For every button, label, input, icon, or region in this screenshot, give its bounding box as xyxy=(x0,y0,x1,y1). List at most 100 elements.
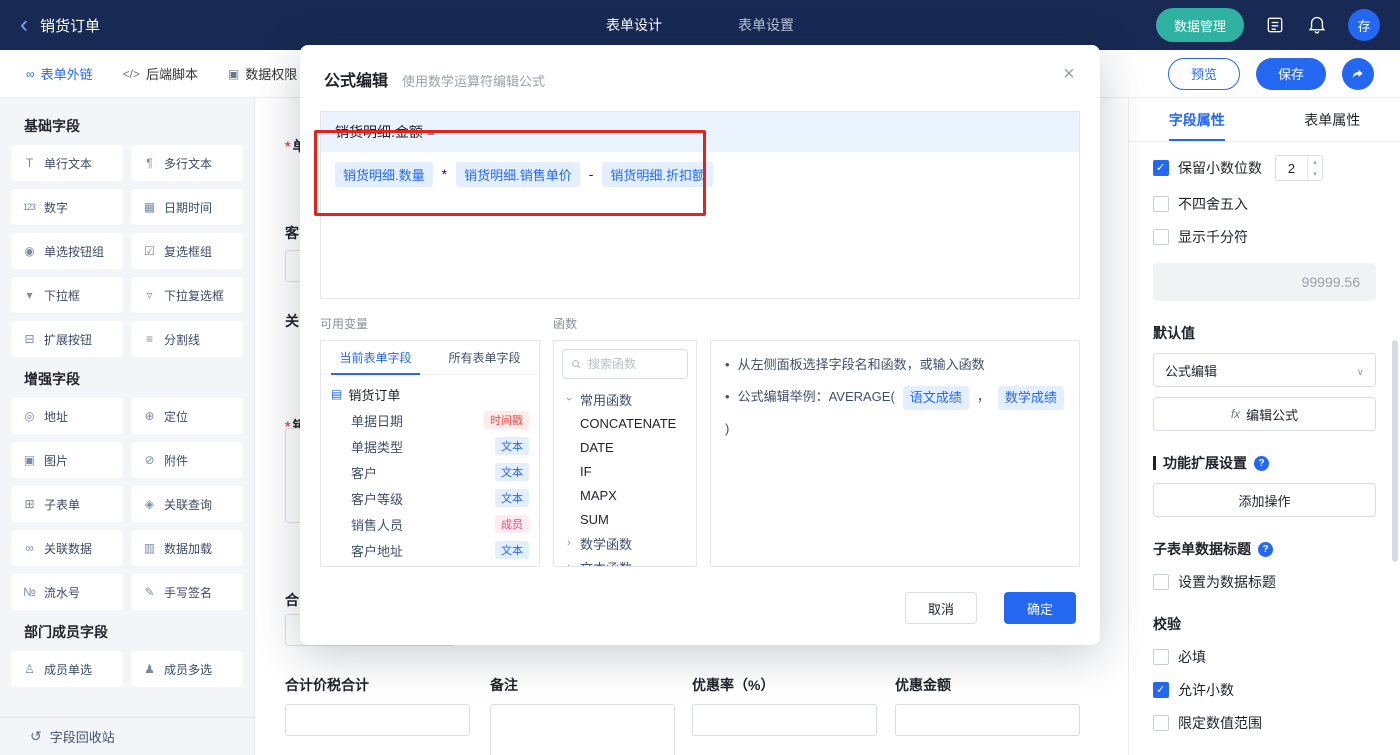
function-group-math[interactable]: 数学函数 xyxy=(564,531,686,555)
field-item-image[interactable]: ▣ 图片 xyxy=(11,442,123,478)
variable-field-row[interactable]: 客户地址 文本 xyxy=(331,537,529,563)
field-item-dropdown[interactable]: ▾ 下拉框 xyxy=(11,277,123,313)
field-type-tag: 成员 xyxy=(495,515,529,533)
form-external-link-item[interactable]: ∞ 表单外链 xyxy=(26,64,93,83)
dropdown-icon: ▾ xyxy=(26,288,32,302)
variables-tree-root[interactable]: ▤ 销货订单 xyxy=(331,381,529,407)
field-item-checkbox-group[interactable]: ☑ 复选框组 xyxy=(131,233,243,269)
field-item-datetime[interactable]: ▦ 日期时间 xyxy=(131,189,243,225)
allow-decimals-label: 允许小数 xyxy=(1178,682,1234,698)
function-item[interactable]: CONCATENATE xyxy=(564,411,686,435)
multi-line-text-icon: ¶ xyxy=(146,156,152,170)
function-group-label: 数学函数 xyxy=(580,536,633,552)
confirm-button[interactable]: 确定 xyxy=(1004,592,1076,624)
image-icon: ▣ xyxy=(23,453,35,467)
function-group-label: 文本函数 xyxy=(580,558,632,567)
help-icon[interactable]: ? xyxy=(1254,455,1269,471)
field-item-lookup-query[interactable]: ◈ 关联查询 xyxy=(131,486,243,522)
add-action-button[interactable]: 添加操作 xyxy=(1153,483,1376,517)
tab-form-design[interactable]: 表单设计 xyxy=(606,15,662,35)
decimal-stepper[interactable]: 2 xyxy=(1275,155,1323,181)
checkbox-thousand-separator[interactable] xyxy=(1153,229,1169,245)
field-item-radio-group[interactable]: ◉ 单选按钮组 xyxy=(11,233,123,269)
help-icon[interactable]: ? xyxy=(1258,541,1273,557)
field-item-single-line-text[interactable]: T 单行文本 xyxy=(11,145,123,181)
variable-field-row[interactable]: 客户等级 文本 xyxy=(331,485,529,511)
field-item-multi-line-text[interactable]: ¶ 多行文本 xyxy=(131,145,243,181)
field-item-attachment[interactable]: ⊘ 附件 xyxy=(131,442,243,478)
form-external-link-label: 表单外链 xyxy=(40,67,93,82)
location-icon: ⊕ xyxy=(144,409,154,423)
default-value-select[interactable]: 公式编辑 xyxy=(1153,353,1376,387)
function-item[interactable]: SUM xyxy=(564,507,686,531)
checkbox-required[interactable] xyxy=(1153,649,1169,665)
field-item-address[interactable]: ◎ 地址 xyxy=(11,398,123,434)
stepper-arrows-icon[interactable] xyxy=(1307,156,1322,180)
cancel-button[interactable]: 取消 xyxy=(905,592,977,624)
variable-field-row[interactable]: 单据类型 文本 xyxy=(331,433,529,459)
function-search-input[interactable] xyxy=(587,357,679,371)
formula-expression-line: 销货明细.数量 * 销货明细.销售单价 - 销货明细.折扣额 xyxy=(321,152,1079,196)
field-item-divider[interactable]: ≡ 分割线 xyxy=(131,321,243,357)
checkbox-no-rounding[interactable] xyxy=(1153,196,1169,212)
decimal-value: 2 xyxy=(1287,160,1296,176)
data-manage-button[interactable]: 数据管理 xyxy=(1155,8,1244,42)
tab-form-settings[interactable]: 表单设置 xyxy=(738,15,794,35)
tab-all-form-fields[interactable]: 所有表单字段 xyxy=(430,341,539,374)
form-input[interactable] xyxy=(285,704,470,736)
linked-data-icon: ∞ xyxy=(25,541,34,555)
checkbox-allow-decimals[interactable] xyxy=(1153,682,1169,698)
data-permission-item[interactable]: ▣ 数据权限 xyxy=(228,64,297,83)
close-icon[interactable]: × xyxy=(1056,61,1082,87)
recycle-icon: ↺ xyxy=(30,728,42,744)
field-item-extend-button[interactable]: ⊟ 扩展按钮 xyxy=(11,321,123,357)
formula-editor[interactable]: 销货明细.金额 = 销货明细.数量 * 销货明细.销售单价 - 销货明细.折扣额 xyxy=(320,111,1080,299)
checkbox-keep-decimals[interactable] xyxy=(1153,160,1169,176)
function-item[interactable]: IF xyxy=(564,459,686,483)
field-recycle-bin[interactable]: ↺ 字段回收站 xyxy=(0,717,254,755)
field-item-serial-number[interactable]: № 流水号 xyxy=(11,574,123,610)
field-item-number[interactable]: 123 数字 xyxy=(11,189,123,225)
field-item-location[interactable]: ⊕ 定位 xyxy=(131,398,243,434)
formula-field-chip[interactable]: 销货明细.销售单价 xyxy=(456,161,580,187)
field-item-member-single[interactable]: ♙ 成员单选 xyxy=(11,651,123,687)
formula-field-chip[interactable]: 销货明细.数量 xyxy=(335,161,433,187)
panel-scrollbar[interactable] xyxy=(1392,340,1398,562)
backend-script-item[interactable]: </> 后端脚本 xyxy=(123,64,198,83)
formula-operator: * xyxy=(441,166,448,182)
variable-field-row[interactable]: 单据日期 时间戳 xyxy=(331,407,529,433)
field-item-linked-data[interactable]: ∞ 关联数据 xyxy=(11,530,123,566)
tab-field-properties[interactable]: 字段属性 xyxy=(1129,98,1265,141)
field-item-label: 地址 xyxy=(44,409,69,424)
function-item[interactable]: MAPX xyxy=(564,483,686,507)
form-input[interactable] xyxy=(692,704,877,736)
checkbox-limit-range[interactable] xyxy=(1153,715,1169,731)
formula-field-chip[interactable]: 销货明细.折扣额 xyxy=(602,161,713,187)
function-group-common[interactable]: 常用函数 xyxy=(564,387,686,411)
tab-form-properties[interactable]: 表单属性 xyxy=(1265,98,1400,141)
save-button[interactable]: 保存 xyxy=(1255,57,1326,90)
share-button[interactable] xyxy=(1342,57,1374,90)
tab-current-form-fields[interactable]: 当前表单字段 xyxy=(321,341,430,375)
variable-field-row[interactable]: 客户 文本 xyxy=(331,459,529,485)
preview-button[interactable]: 预览 xyxy=(1167,57,1240,90)
workflow-icon[interactable] xyxy=(1264,14,1286,36)
field-item-signature[interactable]: ✎ 手写签名 xyxy=(131,574,243,610)
field-item-label: 数据加载 xyxy=(164,541,213,556)
field-item-member-multi[interactable]: ♟ 成员多选 xyxy=(131,651,243,687)
bell-icon[interactable] xyxy=(1306,14,1328,36)
field-item-subform[interactable]: ⊞ 子表单 xyxy=(11,486,123,522)
field-item-data-load[interactable]: ▥ 数据加载 xyxy=(131,530,243,566)
variable-name: 单据类型 xyxy=(351,439,404,455)
variable-name: 单据日期 xyxy=(351,413,404,429)
field-item-dropdown-multi[interactable]: ▿ 下拉复选框 xyxy=(131,277,243,313)
variable-field-row[interactable]: 销售人员 成员 xyxy=(331,511,529,537)
form-textarea[interactable] xyxy=(490,704,675,755)
function-search[interactable] xyxy=(562,349,688,379)
function-group-text[interactable]: 文本函数 xyxy=(564,555,686,567)
avatar[interactable]: 存 xyxy=(1348,9,1380,41)
edit-formula-button[interactable]: fx 编辑公式 xyxy=(1153,397,1376,431)
form-input[interactable] xyxy=(895,704,1080,736)
checkbox-set-data-title[interactable] xyxy=(1153,574,1169,590)
function-item[interactable]: DATE xyxy=(564,435,686,459)
